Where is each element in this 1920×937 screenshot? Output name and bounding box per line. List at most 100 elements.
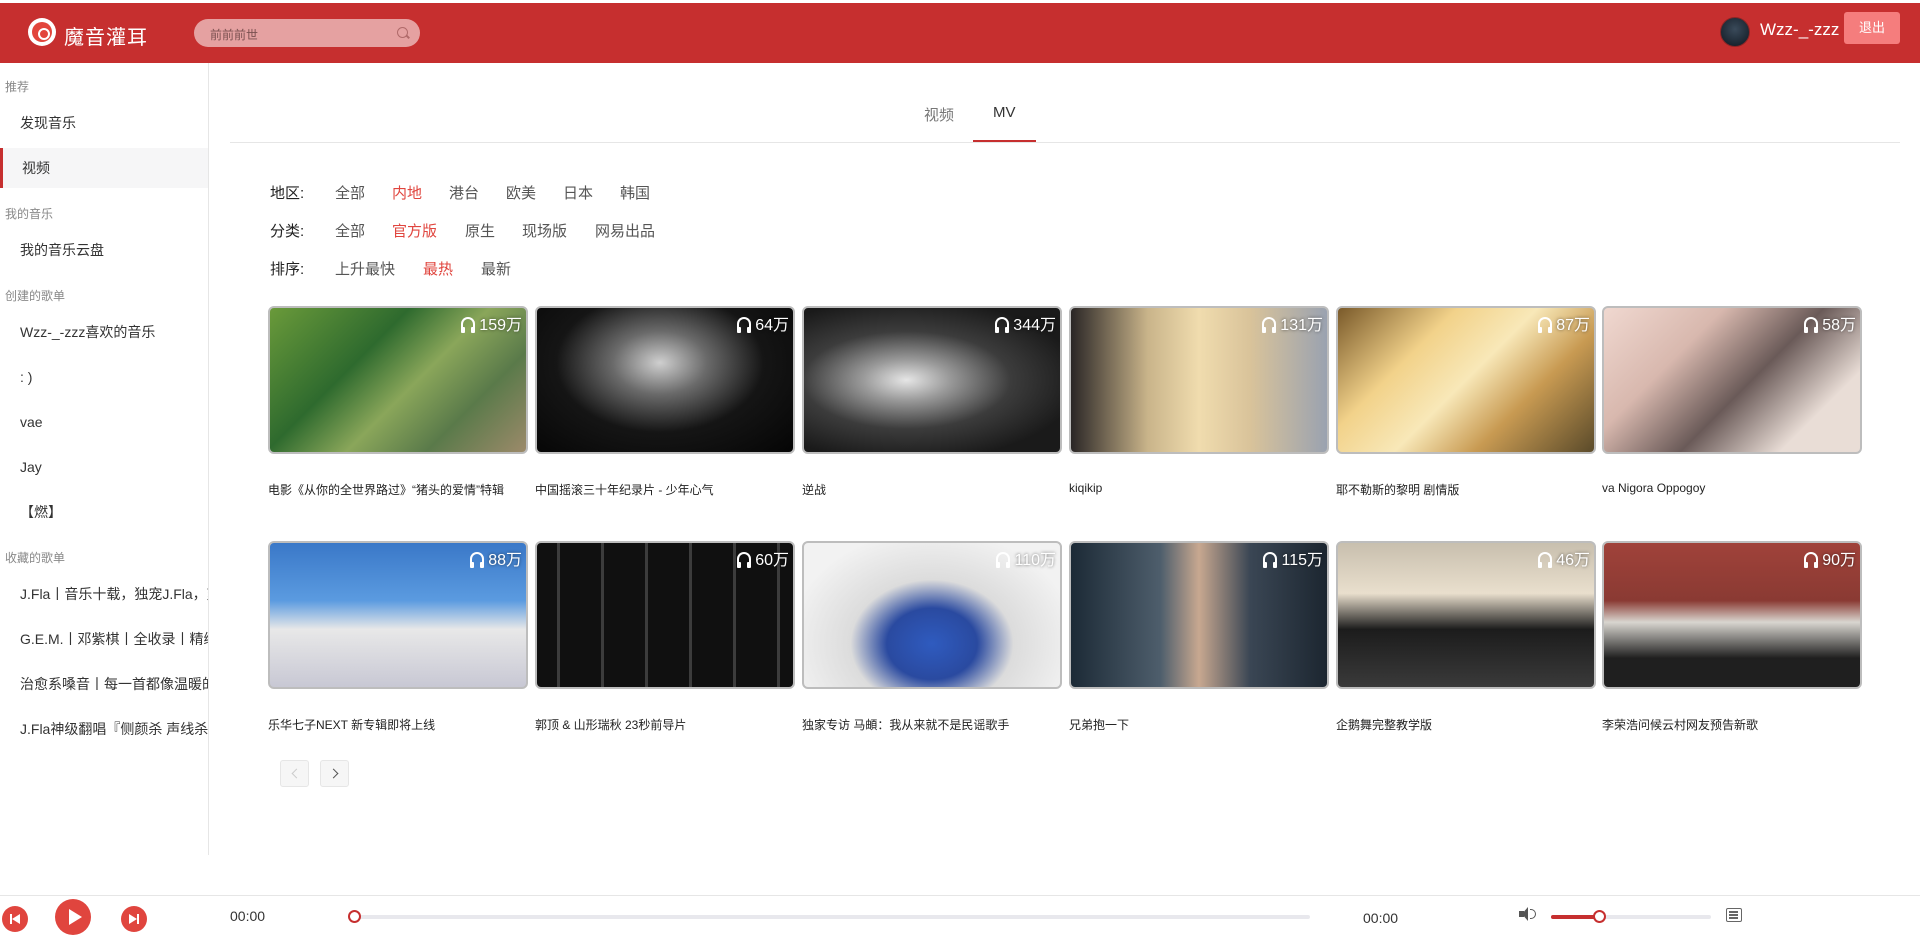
sidebar-section-title: 创建的歌单 — [5, 289, 66, 303]
mv-title[interactable]: 逆战 — [802, 481, 1072, 498]
mv-title[interactable]: va Nigora Oppogoy — [1602, 481, 1872, 495]
mv-thumbnail[interactable]: 46万 — [1336, 541, 1596, 689]
play-count: 159万 — [461, 311, 522, 335]
play-count: 46万 — [1538, 546, 1590, 570]
sidebar-item-discover[interactable]: 发现音乐 — [0, 103, 208, 143]
chevron-left-icon — [291, 768, 301, 779]
play-count: 64万 — [737, 311, 789, 335]
volume-handle[interactable] — [1593, 910, 1606, 923]
play-count-value: 88万 — [488, 552, 522, 569]
mv-title[interactable]: 独家专访 马頔：我从来就不是民谣歌手 — [802, 716, 1072, 733]
mv-title[interactable]: 企鹅舞完整教学版 — [1336, 716, 1606, 733]
current-time: 00:00 — [230, 908, 266, 924]
mv-thumbnail[interactable]: 131万 — [1069, 306, 1329, 454]
sidebar-playlist-item[interactable]: vae — [0, 402, 208, 442]
sidebar-playlist-item[interactable]: 治愈系嗓音丨每一首都像温暖的 — [0, 664, 208, 704]
mv-title[interactable]: 郭顶 & 山形瑞秋 23秒前导片 — [535, 716, 805, 733]
mv-title[interactable]: kiqikip — [1069, 481, 1339, 495]
tab-video[interactable]: 视频 — [924, 104, 954, 125]
mv-thumbnail[interactable]: 90万 — [1602, 541, 1862, 689]
play-icon — [68, 909, 82, 925]
sidebar-playlist-item[interactable]: Wzz-_-zzz喜欢的音乐 — [0, 312, 208, 352]
mv-title[interactable]: 耶不勒斯的黎明 剧情版 — [1336, 481, 1606, 498]
play-count-value: 159万 — [479, 317, 522, 334]
sidebar-playlist-item[interactable]: J.Fla丨音乐十载，独宠J.Fla，爽 — [0, 574, 208, 614]
play-count: 58万 — [1804, 311, 1856, 335]
sidebar-item-cloud-disk[interactable]: 我的音乐云盘 — [0, 230, 208, 270]
sidebar-item-video[interactable]: 视频 — [0, 148, 208, 188]
headphones-icon — [1262, 316, 1277, 333]
avatar[interactable] — [1720, 17, 1750, 47]
play-count: 344万 — [995, 311, 1056, 335]
mv-thumbnail[interactable]: 110万 — [802, 541, 1062, 689]
play-count: 60万 — [737, 546, 789, 570]
play-count-value: 58万 — [1822, 317, 1856, 334]
filter-area-label: 地区: — [270, 185, 305, 202]
next-page-button[interactable] — [320, 760, 349, 787]
filter-area-option[interactable]: 内地 — [392, 182, 422, 203]
total-time: 00:00 — [1363, 910, 1399, 926]
prev-track-button[interactable] — [2, 906, 28, 932]
playlist-icon[interactable] — [1726, 908, 1742, 922]
sidebar-playlist-item[interactable]: G.E.M.丨邓紫棋丨全收录丨精编 — [0, 619, 208, 659]
filter-type-option[interactable]: 现场版 — [522, 220, 567, 241]
volume-wave-icon — [1530, 909, 1536, 919]
mv-thumbnail[interactable]: 58万 — [1602, 306, 1862, 454]
sidebar-section-title: 我的音乐 — [5, 207, 54, 221]
sidebar-playlist-item[interactable]: Jay — [0, 447, 208, 487]
play-count: 88万 — [470, 546, 522, 570]
prev-page-button[interactable] — [280, 760, 309, 787]
filter-order-option[interactable]: 最热 — [423, 258, 453, 279]
play-count: 87万 — [1538, 311, 1590, 335]
sidebar-playlist-item[interactable]: 【燃】 — [0, 492, 208, 532]
mv-title[interactable]: 乐华七子NEXT 新专辑即将上线 — [268, 716, 538, 733]
filter-type-option[interactable]: 原生 — [465, 220, 495, 241]
sidebar-section-title: 推荐 — [5, 80, 30, 94]
sidebar-playlist-item[interactable]: J.Fla神级翻唱『侧颜杀 声线杀』 — [0, 709, 208, 749]
mv-thumbnail[interactable]: 88万 — [268, 541, 528, 689]
search-input[interactable]: 前前前世 — [210, 26, 258, 43]
play-count: 90万 — [1804, 546, 1856, 570]
filter-type-option[interactable]: 网易出品 — [595, 220, 655, 241]
app-logo-icon[interactable] — [28, 18, 56, 46]
username[interactable]: Wzz-_-zzz — [1760, 20, 1839, 40]
filter-type-option[interactable]: 官方版 — [392, 220, 437, 241]
mv-title[interactable]: 中国摇滚三十年纪录片 - 少年心气 — [535, 481, 805, 498]
play-count-value: 110万 — [1014, 552, 1056, 569]
play-count-value: 90万 — [1822, 552, 1856, 569]
filter-area-option[interactable]: 韩国 — [620, 182, 650, 203]
mv-thumbnail[interactable]: 64万 — [535, 306, 795, 454]
headphones-icon — [1804, 316, 1819, 333]
next-track-button[interactable] — [121, 906, 147, 932]
logout-button[interactable]: 退出 — [1844, 12, 1900, 44]
filter-order-option[interactable]: 上升最快 — [335, 258, 395, 279]
mv-title[interactable]: 李荣浩问候云村网友预告新歌 — [1602, 716, 1872, 733]
search-box[interactable]: 前前前世 — [194, 19, 420, 47]
play-count-value: 60万 — [755, 552, 789, 569]
progress-handle[interactable] — [348, 910, 361, 923]
filter-type-option[interactable]: 全部 — [335, 220, 365, 241]
filter-area-option[interactable]: 港台 — [449, 182, 479, 203]
play-button[interactable] — [55, 899, 91, 935]
play-count: 131万 — [1262, 311, 1323, 335]
progress-track[interactable] — [350, 915, 1310, 919]
sidebar-playlist-item[interactable]: : ) — [0, 357, 208, 397]
mv-title[interactable]: 电影《从你的全世界路过》“猪头的爱情”特辑 — [268, 481, 538, 498]
headphones-icon — [1538, 551, 1553, 568]
filter-type-label: 分类: — [270, 223, 305, 240]
top-header: 魔音灌耳 前前前世 Wzz-_-zzz 退出 — [0, 3, 1920, 63]
filter-order-option[interactable]: 最新 — [481, 258, 511, 279]
mv-thumbnail[interactable]: 344万 — [802, 306, 1062, 454]
mv-thumbnail[interactable]: 87万 — [1336, 306, 1596, 454]
search-icon[interactable] — [397, 27, 408, 38]
mv-title[interactable]: 兄弟抱一下 — [1069, 716, 1339, 733]
tab-mv[interactable]: MV — [993, 104, 1016, 121]
volume-fill — [1551, 915, 1599, 919]
filter-area-option[interactable]: 全部 — [335, 182, 365, 203]
mv-thumbnail[interactable]: 159万 — [268, 306, 528, 454]
headphones-icon — [470, 551, 485, 568]
filter-area-option[interactable]: 欧美 — [506, 182, 536, 203]
filter-area-option[interactable]: 日本 — [563, 182, 593, 203]
mv-thumbnail[interactable]: 60万 — [535, 541, 795, 689]
mv-thumbnail[interactable]: 115万 — [1069, 541, 1329, 689]
